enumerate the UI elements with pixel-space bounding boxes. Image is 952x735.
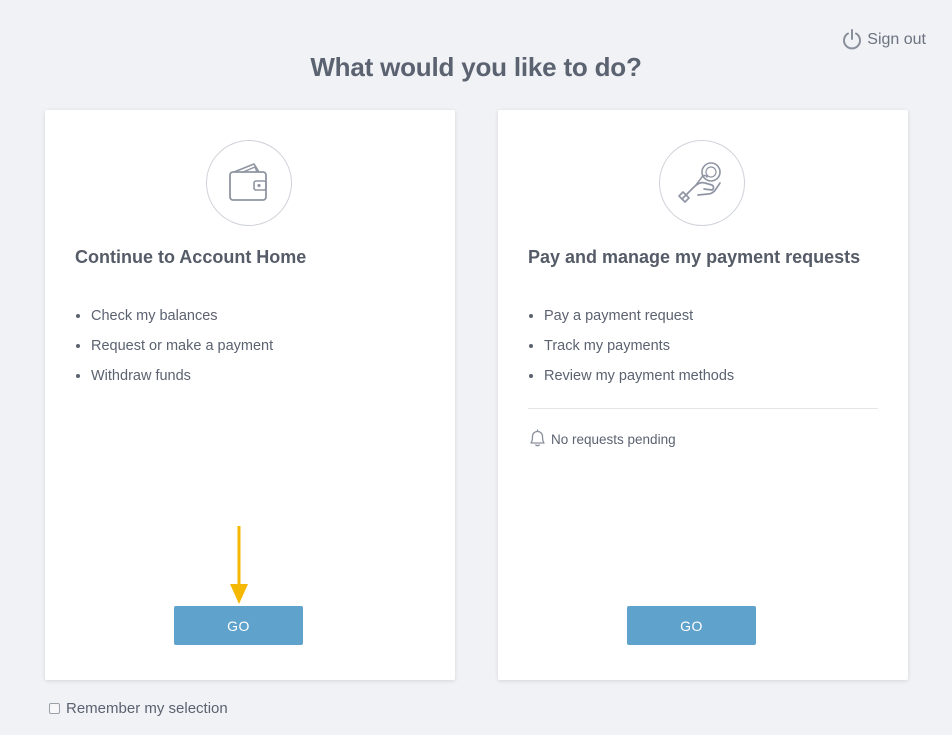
- remember-selection[interactable]: Remember my selection: [49, 700, 228, 717]
- divider: [528, 408, 878, 409]
- list-item: Review my payment methods: [544, 366, 734, 396]
- account-home-go-button[interactable]: GO: [174, 606, 303, 645]
- feature-list: Pay a payment request Track my payments …: [528, 306, 734, 396]
- list-item: Pay a payment request: [544, 306, 734, 336]
- remember-label: Remember my selection: [66, 700, 228, 717]
- feature-list: Check my balances Request or make a paym…: [75, 306, 273, 396]
- list-item: Withdraw funds: [91, 366, 273, 396]
- bell-icon: [528, 428, 547, 451]
- sign-out-label: Sign out: [867, 31, 926, 48]
- arrow-down-icon: [230, 526, 248, 604]
- pending-status: No requests pending: [528, 428, 676, 451]
- card-title: Pay and manage my payment requests: [528, 247, 861, 267]
- list-item: Request or make a payment: [91, 336, 273, 366]
- sign-out-link[interactable]: Sign out: [841, 28, 926, 52]
- card-title: Continue to Account Home: [75, 247, 307, 267]
- account-home-card: Continue to Account Home Check my balanc…: [45, 110, 455, 680]
- list-item: Track my payments: [544, 336, 734, 366]
- payment-requests-card: Pay and manage my payment requests Pay a…: [498, 110, 908, 680]
- remember-checkbox[interactable]: [49, 703, 60, 714]
- list-item: Check my balances: [91, 306, 273, 336]
- power-icon: [841, 28, 863, 52]
- payment-requests-go-button[interactable]: GO: [627, 606, 756, 645]
- pending-status-text: No requests pending: [551, 432, 676, 447]
- wallet-icon: [206, 140, 292, 226]
- page-title: What would you like to do?: [310, 52, 642, 82]
- hand-coin-icon: [659, 140, 745, 226]
